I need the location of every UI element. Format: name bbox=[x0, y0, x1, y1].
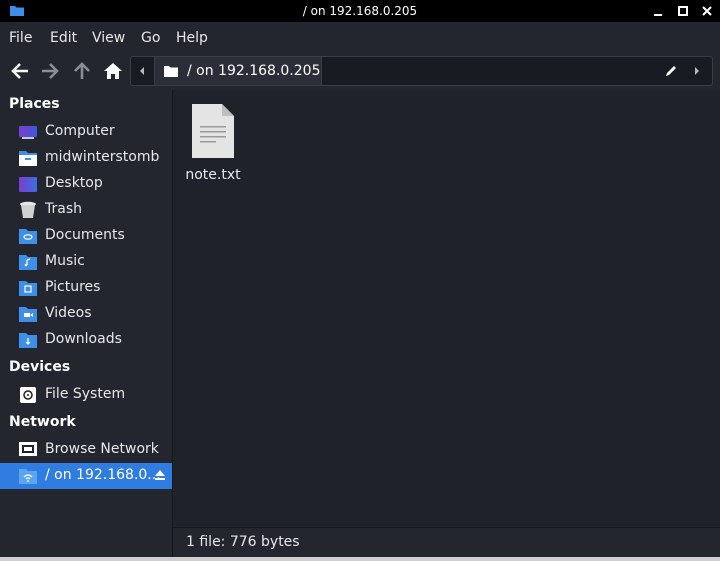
sidebar-item-label: midwinterstomb bbox=[45, 149, 160, 165]
back-arrow-icon[interactable] bbox=[9, 60, 31, 82]
sidebar-item-label: Pictures bbox=[45, 279, 101, 295]
sidebar-item-pictures[interactable]: Pictures bbox=[0, 275, 172, 301]
maximize-icon bbox=[678, 6, 688, 16]
minimize-button[interactable] bbox=[650, 3, 666, 19]
folder-icon bbox=[164, 66, 178, 77]
window-title: / on 192.168.0.205 bbox=[302, 4, 418, 18]
videos-folder-icon bbox=[19, 307, 37, 322]
menu-help[interactable]: Help bbox=[176, 30, 208, 46]
sidebar-item-videos[interactable]: Videos bbox=[0, 301, 172, 327]
pictures-folder-icon bbox=[19, 281, 37, 296]
menu-bar: File Edit View Go Help bbox=[0, 22, 720, 54]
pencil-icon[interactable] bbox=[664, 64, 678, 78]
status-text: 1 file: 776 bytes bbox=[186, 534, 300, 550]
home-folder-icon bbox=[19, 151, 37, 166]
maximize-button[interactable] bbox=[675, 3, 691, 19]
forward-arrow-icon[interactable] bbox=[39, 60, 61, 82]
toolbar: / on 192.168.0.205 bbox=[0, 54, 720, 90]
menu-file[interactable]: File bbox=[9, 30, 32, 46]
file-name: note.txt bbox=[185, 167, 241, 183]
sidebar-heading-places: Places bbox=[9, 96, 60, 112]
downloads-folder-icon bbox=[19, 333, 37, 348]
file-view[interactable]: note.txt bbox=[172, 90, 720, 527]
music-folder-icon bbox=[19, 255, 37, 270]
caret-right-icon[interactable] bbox=[690, 64, 704, 78]
eject-icon[interactable] bbox=[154, 469, 166, 481]
up-arrow-icon[interactable] bbox=[71, 60, 93, 82]
home-icon[interactable] bbox=[102, 60, 124, 82]
caret-left-icon[interactable] bbox=[135, 64, 149, 78]
file-item[interactable]: note.txt bbox=[173, 90, 253, 190]
sidebar-item-trash[interactable]: Trash bbox=[0, 197, 172, 223]
menu-go[interactable]: Go bbox=[141, 30, 160, 46]
close-icon bbox=[702, 6, 712, 16]
status-bar: 1 file: 776 bytes bbox=[172, 527, 720, 557]
menu-view[interactable]: View bbox=[92, 30, 125, 46]
sidebar-item-browse-network[interactable]: Browse Network bbox=[0, 437, 172, 463]
close-button[interactable] bbox=[699, 3, 715, 19]
network-share-icon bbox=[19, 469, 37, 484]
sidebar-item-computer[interactable]: Computer bbox=[0, 119, 172, 145]
sidebar: Places Computer midwinterstomb Desktop T… bbox=[0, 90, 172, 561]
sidebar-item-label: Computer bbox=[45, 123, 115, 139]
path-bar[interactable]: / on 192.168.0.205 bbox=[130, 56, 713, 86]
sidebar-item-label: Videos bbox=[45, 305, 92, 321]
sidebar-item-music[interactable]: Music bbox=[0, 249, 172, 275]
window-bottom-edge bbox=[0, 557, 720, 561]
sidebar-item-downloads[interactable]: Downloads bbox=[0, 327, 172, 353]
sidebar-item-label: Trash bbox=[45, 201, 82, 217]
documents-folder-icon bbox=[19, 229, 37, 244]
sidebar-item-label: Music bbox=[45, 253, 85, 269]
network-icon bbox=[19, 442, 37, 456]
sidebar-item-file-system[interactable]: File System bbox=[0, 382, 172, 408]
text-file-icon bbox=[192, 104, 234, 158]
menu-edit[interactable]: Edit bbox=[50, 30, 77, 46]
trash-icon bbox=[20, 201, 36, 218]
sidebar-item-label: Desktop bbox=[45, 175, 103, 191]
path-segment-label: / on 192.168.0.205 bbox=[187, 63, 321, 79]
title-bar: / on 192.168.0.205 bbox=[0, 0, 720, 22]
sidebar-item-label: Browse Network bbox=[45, 441, 159, 457]
sidebar-item-network-share[interactable]: / on 192.168.0... bbox=[0, 463, 172, 489]
desktop-icon bbox=[19, 177, 37, 192]
sidebar-heading-network: Network bbox=[9, 414, 76, 430]
sidebar-item-label: / on 192.168.0... bbox=[45, 467, 161, 483]
sidebar-item-documents[interactable]: Documents bbox=[0, 223, 172, 249]
sidebar-item-desktop[interactable]: Desktop bbox=[0, 171, 172, 197]
drive-icon bbox=[20, 387, 36, 403]
sidebar-item-label: Documents bbox=[45, 227, 125, 243]
sidebar-item-label: Downloads bbox=[45, 331, 122, 347]
path-segment-button[interactable]: / on 192.168.0.205 bbox=[154, 57, 322, 85]
minimize-icon bbox=[654, 14, 662, 16]
sidebar-item-home[interactable]: midwinterstomb bbox=[0, 145, 172, 171]
sidebar-item-label: File System bbox=[45, 386, 126, 402]
sidebar-heading-devices: Devices bbox=[9, 359, 71, 375]
computer-icon bbox=[19, 126, 37, 139]
